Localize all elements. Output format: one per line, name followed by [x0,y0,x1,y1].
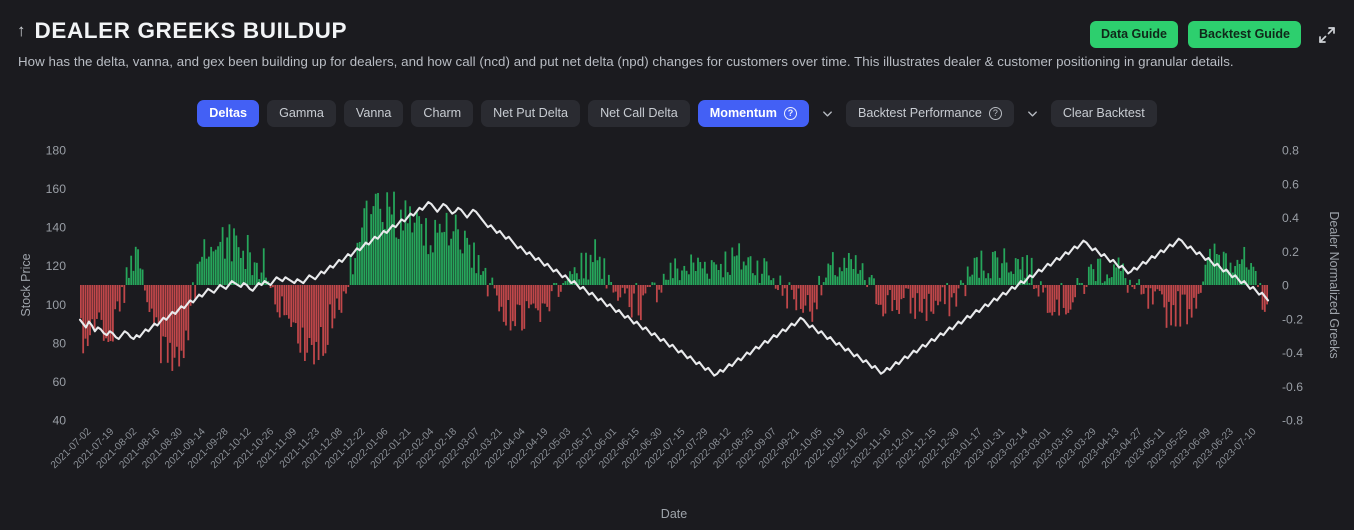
svg-text:0.4: 0.4 [1282,211,1299,225]
dealer-greeks-buildup-card: ↑ DEALER GREEKS BUILDUP How has the delt… [0,0,1354,530]
svg-text:140: 140 [46,221,67,235]
card-header: ↑ DEALER GREEKS BUILDUP How has the delt… [0,0,1354,69]
arrow-up-icon: ↑ [17,20,26,40]
stock-price-line [78,201,1270,377]
question-circle-icon[interactable]: ? [783,106,797,120]
tab-vanna[interactable]: Vanna [343,100,404,127]
svg-text:-0.6: -0.6 [1282,380,1303,394]
x-axis-date-ticks: 2021-07-022021-07-192021-08-022021-08-16… [49,426,1259,471]
chart-plot-area[interactable]: 40 60 80 100 120 140 160 180 -0.8 -0.6 -0.4 -0.2 0 0… [0,136,1354,530]
page-title: DEALER GREEKS BUILDUP [34,18,348,43]
y-axis-right-label: Dealer Normalized Greeks [1327,211,1341,358]
backtest-performance-select[interactable]: Backtest Performance ? [845,100,1014,127]
svg-text:0.8: 0.8 [1282,144,1299,158]
tab-gamma[interactable]: Gamma [267,100,336,127]
svg-text:180: 180 [46,144,67,158]
clear-backtest-button[interactable]: Clear Backtest [1050,100,1157,127]
y-axis-left-label: Stock Price [19,253,33,316]
question-circle-icon[interactable]: ? [988,106,1002,120]
backtest-guide-button[interactable]: Backtest Guide [1187,21,1301,48]
svg-text:80: 80 [52,336,66,350]
svg-text:120: 120 [46,259,67,273]
momentum-select-label: Momentum [709,106,777,120]
svg-text:0: 0 [1282,279,1289,293]
backtest-performance-label: Backtest Performance [857,106,982,120]
svg-text:0.6: 0.6 [1282,177,1299,191]
tab-deltas[interactable]: Deltas [197,100,260,127]
y-axis-left-ticks: 40 60 80 100 120 140 160 180 [46,144,67,428]
card-subtitle: How has the delta, vanna, and gex been b… [18,54,1234,69]
svg-text:160: 160 [46,182,67,196]
tab-net-call-delta[interactable]: Net Call Delta [588,100,690,127]
tab-charm[interactable]: Charm [411,100,474,127]
header-actions: Data Guide Backtest Guide [1089,21,1338,48]
svg-text:40: 40 [52,414,66,428]
tab-net-put-delta[interactable]: Net Put Delta [481,100,581,127]
svg-text:-0.4: -0.4 [1282,346,1303,360]
svg-text:100: 100 [46,298,67,312]
dealer-greeks-chart[interactable]: 40 60 80 100 120 140 160 180 -0.8 -0.6 -0.4 -0.2 0 0… [0,136,1354,530]
svg-text:60: 60 [52,375,66,389]
x-axis-label: Date [661,507,687,521]
svg-text:-0.2: -0.2 [1282,312,1303,326]
greeks-toolbar: Deltas Gamma Vanna Charm Net Put Delta N… [0,100,1354,127]
y-axis-right-ticks: -0.8 -0.6 -0.4 -0.2 0 0.2 0.4 0.6 0.8 [1282,144,1303,428]
greeks-bars [80,191,1268,371]
expand-diagonal-icon[interactable] [1316,24,1338,46]
data-guide-button[interactable]: Data Guide [1089,21,1178,48]
svg-text:-0.8: -0.8 [1282,414,1303,428]
backtest-chevron-down-icon[interactable] [1022,105,1043,122]
momentum-chevron-down-icon[interactable] [817,105,838,122]
momentum-select[interactable]: Momentum ? [697,100,809,127]
svg-text:0.2: 0.2 [1282,245,1299,259]
